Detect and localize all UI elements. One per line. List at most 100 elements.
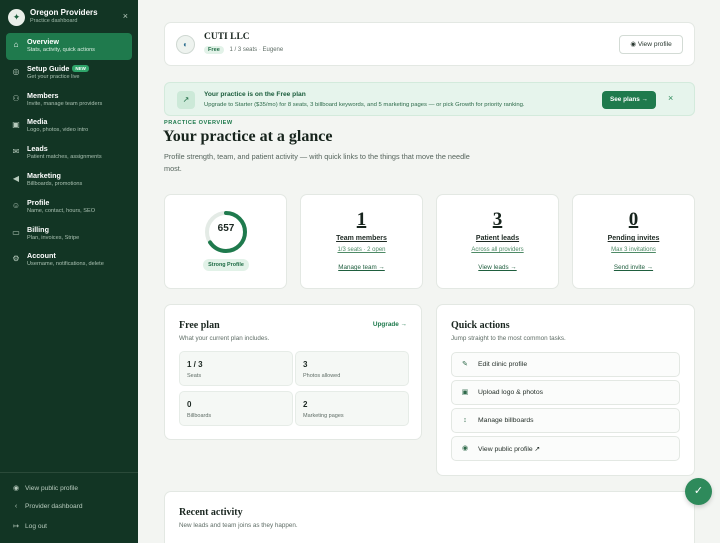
sidebar-item-sub: Patient matches, assignments: [27, 154, 102, 161]
sidebar-item-members[interactable]: ⚇ Members Invite, manage team providers: [6, 87, 132, 114]
sidebar-item-sub: Invite, manage team providers: [27, 100, 103, 107]
section-eyebrow: PRACTICE OVERVIEW: [164, 120, 233, 126]
send-invite-link[interactable]: Send invite →: [573, 264, 694, 271]
card-icon: ▭: [12, 227, 20, 237]
profile-strength-card[interactable]: 657 Strong Profile: [164, 194, 287, 289]
sidebar-item-sub: Username, notifications, delete: [27, 261, 104, 268]
plan-card: Free plan What your current plan include…: [164, 304, 422, 440]
leaf-icon: ✦: [8, 9, 25, 26]
sidebar-item-overview[interactable]: ⌂ Overview Stats, activity, quick action…: [6, 33, 132, 60]
sidebar-item-label: Marketing: [27, 170, 61, 180]
recent-activity-title: Recent activity: [179, 507, 243, 518]
sidebar-item-profile[interactable]: ☺ Profile Name, contact, hours, SEO: [6, 194, 132, 221]
manage-team-link[interactable]: Manage team →: [301, 264, 422, 271]
team-members-card[interactable]: 1 Team members 1/3 seats · 2 open Manage…: [300, 194, 423, 289]
sidebar-item-label: Media: [27, 117, 48, 127]
sidebar-item-sub: Billboards, promotions: [27, 180, 83, 187]
grid-icon: ⌂: [13, 40, 19, 49]
close-icon[interactable]: ×: [123, 11, 128, 21]
stat-number: 1: [356, 209, 367, 230]
profile-strength-badge: Strong Profile: [203, 259, 249, 271]
tile-label: Photos allowed: [303, 373, 341, 379]
chevron-left-icon: ‹: [14, 503, 18, 510]
upload-image-icon: ▣: [461, 389, 469, 396]
stat-number: 3: [492, 209, 503, 230]
plan-tile-seats: 1 / 3 Seats: [179, 351, 293, 386]
view-public-profile-button[interactable]: ◉ View public profile ↗: [451, 436, 680, 461]
org-seats: 1 / 3 seats: [229, 47, 258, 53]
sidebar-item-label: Setup Guide NEW: [27, 64, 89, 73]
upload-logo-photos-button[interactable]: ▣ Upload logo & photos: [451, 380, 680, 405]
sidebar-item-account[interactable]: ⚙ Account Username, notifications, delet…: [6, 247, 132, 274]
check-icon[interactable]: ✓: [685, 478, 712, 505]
stat-number: 0: [628, 209, 639, 230]
org-card: ◐ CUTI LLC Free 1 / 3 seats · Eugene ◉ V…: [164, 22, 695, 66]
image-icon: ▣: [12, 120, 20, 130]
plan-tile-marketing-pages: 2 Marketing pages: [295, 391, 409, 426]
view-profile-label: View profile: [637, 41, 672, 48]
plan-title: Free plan: [179, 320, 220, 331]
sidebar-item-label: Account: [27, 251, 56, 261]
sidebar-item-sub: Stats, activity, quick actions: [27, 47, 95, 53]
billboard-icon: ↕: [463, 417, 467, 424]
user-icon: ☺: [11, 200, 21, 210]
sidebar-item-label: Leads: [27, 144, 48, 154]
view-leads-link[interactable]: View leads →: [437, 264, 558, 271]
org-city: Eugene: [262, 47, 284, 53]
stat-label: Team members: [336, 235, 387, 242]
tile-value: 1 / 3: [187, 360, 203, 369]
sidebar-view-public-profile[interactable]: ◉ View public profile: [11, 484, 135, 496]
tile-value: 3: [303, 360, 308, 369]
new-badge: NEW: [72, 64, 89, 72]
mail-icon: ✉: [12, 147, 20, 157]
quick-actions-subtitle: Jump straight to the most common tasks.: [451, 335, 566, 342]
sidebar-item-leads[interactable]: ✉ Leads Patient matches, assignments: [6, 140, 132, 167]
pending-invites-card[interactable]: 0 Pending invites Max 3 invitations Send…: [572, 194, 695, 289]
sidebar-item-sub: Logo, photos, video intro: [27, 127, 89, 134]
tile-label: Marketing pages: [303, 413, 344, 419]
sidebar-item-label: Members: [27, 90, 59, 100]
profile-score: 657: [217, 223, 235, 234]
org-name: CUTI LLC: [204, 32, 250, 42]
tile-label: Seats: [187, 373, 202, 379]
sidebar-item-setup-guide[interactable]: ◎ Setup Guide NEW Get your practice live: [6, 60, 132, 87]
upgrade-banner: ↗ Your practice is on the Free plan Upgr…: [164, 82, 695, 116]
sidebar-item-billing[interactable]: ▭ Billing Plan, invoices, Stripe: [6, 221, 132, 248]
quick-action-label: Edit clinic profile: [478, 361, 528, 368]
eye-icon: ◉: [461, 445, 469, 452]
plan-tile-billboards: 0 Billboards: [179, 391, 293, 426]
see-plans-button[interactable]: See plans →: [602, 91, 656, 109]
sidebar-item-sub: Get your practice live: [27, 73, 80, 80]
eye-icon: ◉: [630, 41, 638, 48]
tile-value: 2: [303, 400, 308, 409]
sidebar-footer-label: Log out: [25, 523, 47, 530]
stat-sub: Across all providers: [471, 247, 524, 253]
meta-separator: ·: [258, 47, 261, 53]
manage-billboards-button[interactable]: ↕ Manage billboards: [451, 408, 680, 433]
stat-label: Pending invites: [607, 235, 660, 242]
sidebar-log-out[interactable]: ↦ Log out: [11, 522, 135, 534]
sidebar-provider-dashboard[interactable]: ‹ Provider dashboard: [11, 503, 135, 515]
quick-actions-card: Quick actions Jump straight to the most …: [436, 304, 695, 476]
users-icon: ⚇: [12, 93, 20, 103]
sidebar-item-label-text: Setup Guide: [27, 63, 70, 73]
sidebar-item-sub: Plan, invoices, Stripe: [27, 234, 80, 241]
edit-icon: ✎: [462, 361, 468, 368]
quick-action-label: View public profile ↗: [478, 446, 541, 453]
view-profile-button[interactable]: ◉ View profile: [619, 35, 683, 54]
page-description: Profile strength, team, and patient acti…: [164, 152, 470, 173]
sidebar-footer-label: Provider dashboard: [25, 503, 83, 510]
sidebar-item-label: Billing: [27, 224, 49, 234]
close-icon[interactable]: ×: [668, 93, 673, 103]
upgrade-link[interactable]: Upgrade →: [373, 321, 407, 328]
quick-actions-title: Quick actions: [451, 320, 510, 331]
stat-label: Patient leads: [475, 235, 520, 242]
sidebar-item-marketing[interactable]: ◀ Marketing Billboards, promotions: [6, 167, 132, 194]
quick-action-label: Upload logo & photos: [478, 389, 543, 396]
patient-leads-card[interactable]: 3 Patient leads Across all providers Vie…: [436, 194, 559, 289]
banner-text: Upgrade to Starter ($35/mo) for 8 seats,…: [204, 102, 525, 108]
sidebar-item-media[interactable]: ▣ Media Logo, photos, video intro: [6, 113, 132, 140]
edit-clinic-profile-button[interactable]: ✎ Edit clinic profile: [451, 352, 680, 377]
tile-label: Billboards: [187, 413, 212, 419]
brand-name: Oregon Providers: [30, 8, 98, 17]
